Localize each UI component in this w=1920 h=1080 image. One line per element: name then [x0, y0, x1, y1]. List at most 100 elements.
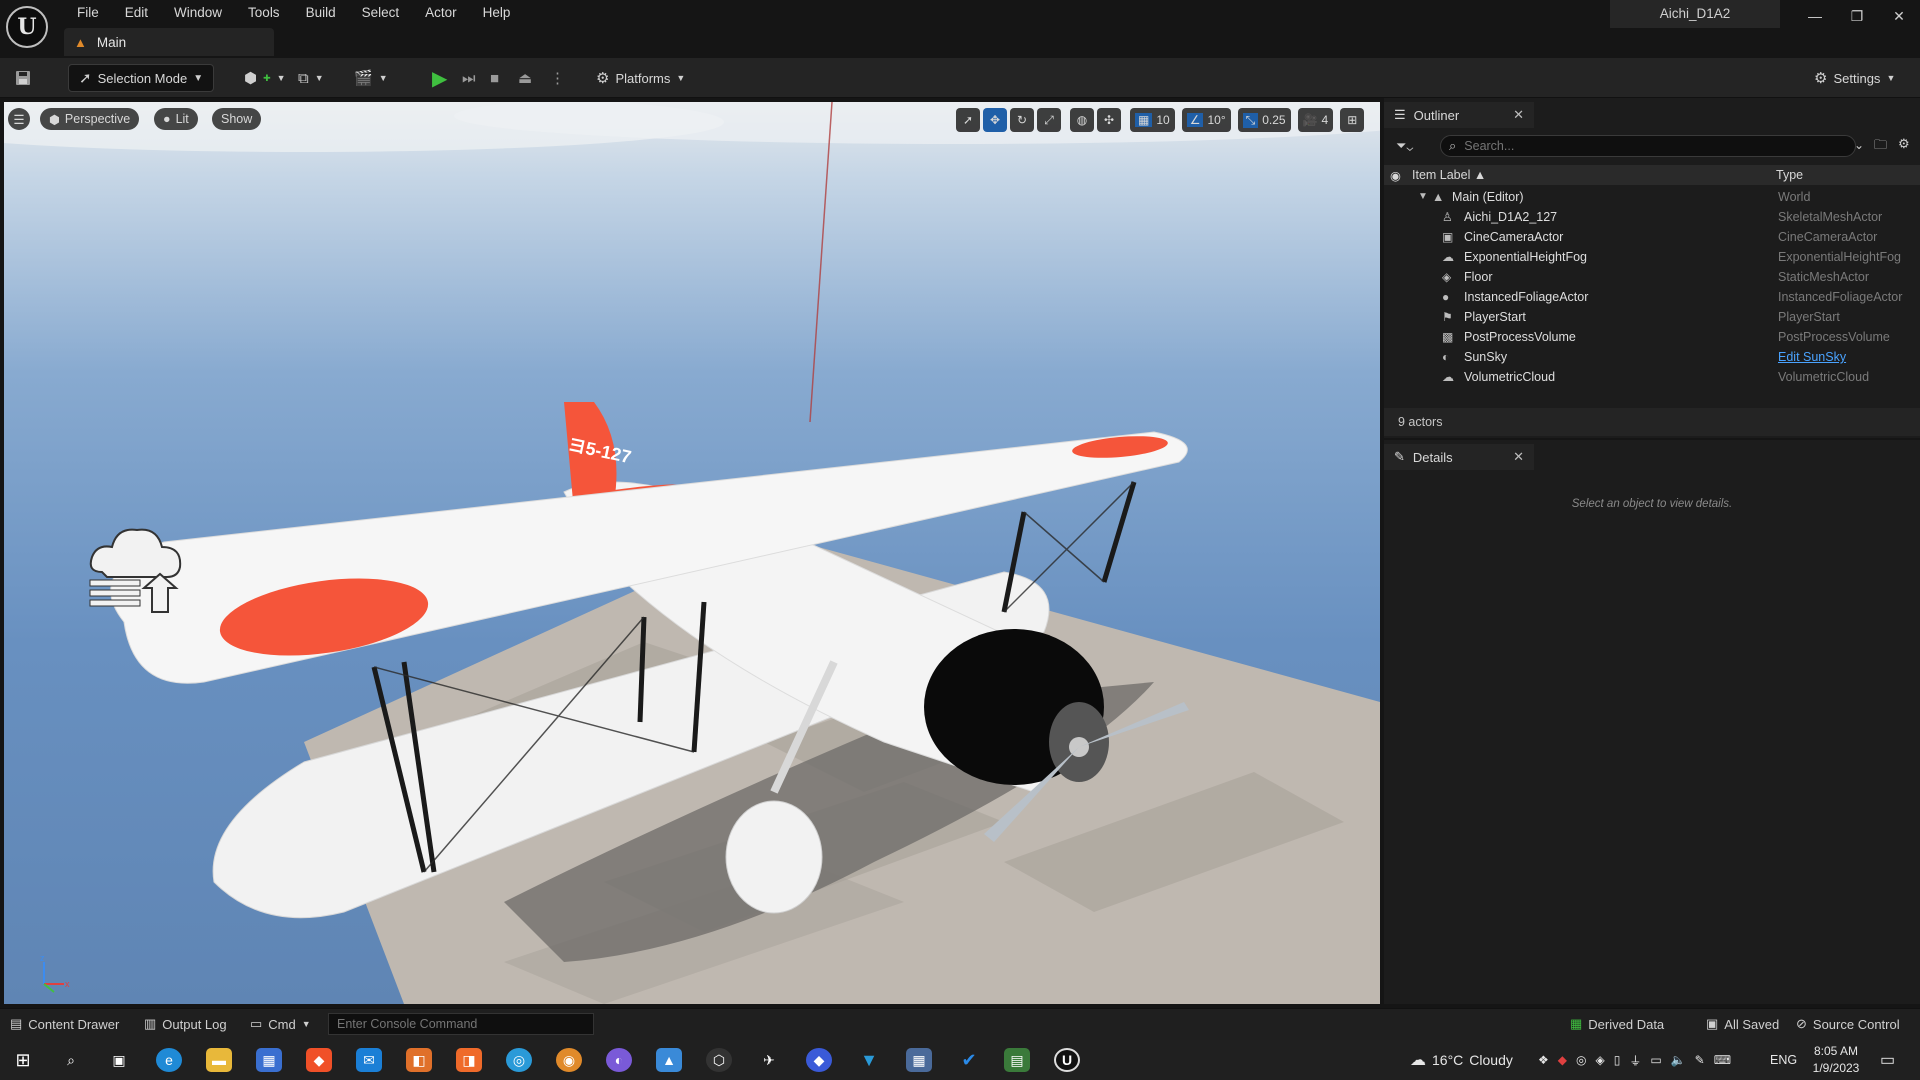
- camera-speed-button[interactable]: 🎥 4: [1297, 108, 1334, 132]
- app-purple-icon[interactable]: ◐: [606, 1048, 632, 1072]
- scale-tool-icon[interactable]: ⤢: [1037, 108, 1061, 132]
- minimize-icon[interactable]: —: [1800, 6, 1830, 26]
- search-dropdown-icon[interactable]: ⌄: [1854, 138, 1864, 152]
- tray-shield-icon[interactable]: ◈: [1595, 1053, 1604, 1067]
- close-tab-icon[interactable]: ✕: [1513, 107, 1524, 123]
- skip-button[interactable]: ⏭: [462, 64, 476, 92]
- console-field[interactable]: [328, 1013, 594, 1035]
- store-icon[interactable]: ▦: [256, 1048, 282, 1072]
- unreal-logo-icon[interactable]: U: [6, 6, 48, 48]
- edge-icon[interactable]: e: [156, 1048, 182, 1072]
- cmd-dropdown[interactable]: ▭ Cmd ▼: [250, 1016, 311, 1032]
- list-item[interactable]: ⚑ PlayerStart PlayerStart: [1384, 307, 1920, 327]
- weather-widget[interactable]: ☁ 16°C Cloudy: [1410, 1040, 1513, 1080]
- restore-icon[interactable]: ❐: [1842, 6, 1872, 26]
- show-button[interactable]: Show: [212, 108, 262, 130]
- brave-icon[interactable]: ◆: [306, 1048, 332, 1072]
- cinematics-button[interactable]: 🎬 ▼: [354, 64, 388, 92]
- photos-icon[interactable]: ▲: [656, 1048, 682, 1072]
- rotation-snap-toggle[interactable]: ∠ 10°: [1181, 108, 1231, 132]
- clock[interactable]: 8:05 AM 1/9/2023: [1806, 1043, 1866, 1077]
- viewport-menu-button[interactable]: ☰: [8, 108, 30, 130]
- visibility-eye-icon[interactable]: ◉: [1390, 168, 1401, 183]
- blender-icon[interactable]: ◉: [556, 1048, 582, 1072]
- menu-edit[interactable]: Edit: [112, 3, 161, 23]
- list-item[interactable]: ◈ Floor StaticMeshActor: [1384, 267, 1920, 287]
- surface-snap-icon[interactable]: ✣: [1097, 108, 1121, 132]
- source-control-button[interactable]: ⊘ Source Control: [1796, 1016, 1900, 1032]
- menu-file[interactable]: File: [64, 3, 112, 23]
- platforms-dropdown[interactable]: ⚙ Platforms ▼: [596, 64, 685, 92]
- eject-button[interactable]: ⏏: [518, 64, 532, 92]
- list-item[interactable]: ▩ PostProcessVolume PostProcessVolume: [1384, 327, 1920, 347]
- language-indicator[interactable]: ENG: [1770, 1040, 1797, 1080]
- maximize-viewport-icon[interactable]: ⊞: [1340, 108, 1365, 132]
- menu-actor[interactable]: Actor: [412, 3, 470, 23]
- close-tab-icon[interactable]: ✕: [1513, 449, 1524, 465]
- app-orange-icon[interactable]: ◧: [406, 1048, 432, 1072]
- world-space-icon[interactable]: ◍: [1070, 108, 1094, 132]
- notifications-icon[interactable]: ▭: [1880, 1040, 1895, 1080]
- level-tab-main[interactable]: ▲ Main: [64, 28, 274, 56]
- lit-button[interactable]: ● Lit: [154, 108, 198, 130]
- list-item[interactable]: ● InstancedFoliageActor InstancedFoliage…: [1384, 287, 1920, 307]
- col-item-label[interactable]: Item Label ▲: [1412, 168, 1486, 182]
- all-saved-button[interactable]: ▣ All Saved: [1706, 1016, 1779, 1032]
- grid-snap-toggle[interactable]: ▦ 10: [1130, 108, 1175, 132]
- mail-icon[interactable]: ✉: [356, 1048, 382, 1072]
- volume-icon[interactable]: 🔈: [1671, 1053, 1686, 1067]
- menu-help[interactable]: Help: [470, 3, 524, 23]
- edit-sunsky-link[interactable]: Edit SunSky: [1778, 347, 1846, 367]
- calculator-icon[interactable]: ▦: [906, 1048, 932, 1072]
- network-icon[interactable]: ▭: [1650, 1053, 1661, 1067]
- windows-start-icon[interactable]: ⊞: [10, 1048, 36, 1072]
- list-item[interactable]: ☁ ExponentialHeightFog ExponentialHeight…: [1384, 247, 1920, 267]
- scale-snap-toggle[interactable]: ⤡ 0.25: [1237, 108, 1291, 132]
- output-log-button[interactable]: ▥ Output Log: [144, 1016, 227, 1032]
- rotate-tool-icon[interactable]: ↻: [1010, 108, 1034, 132]
- filter-icon[interactable]: ⏷⌄: [1396, 138, 1413, 154]
- search-icon[interactable]: ⌕: [58, 1048, 84, 1072]
- task-view-icon[interactable]: ▣: [106, 1048, 132, 1072]
- expand-arrow-icon[interactable]: ▼: [1418, 187, 1428, 207]
- app-green-icon[interactable]: ▤: [1004, 1048, 1030, 1072]
- outliner-search[interactable]: ⌕: [1440, 135, 1856, 157]
- stop-button[interactable]: ■: [490, 64, 499, 92]
- menu-select[interactable]: Select: [349, 3, 413, 23]
- unreal-taskbar-icon[interactable]: U: [1054, 1048, 1080, 1072]
- play-options-button[interactable]: ⋮: [550, 64, 565, 92]
- level-viewport[interactable]: ヨ5-127 ☰ ⬢ Perspective ● Lit Show ➚ ✥ ↻ …: [4, 102, 1380, 1004]
- usb-icon[interactable]: ⏚: [1629, 1052, 1641, 1069]
- outliner-tab[interactable]: ☰ Outliner ✕: [1384, 102, 1534, 128]
- console-input[interactable]: [337, 1017, 587, 1031]
- app-v-icon[interactable]: ▼: [856, 1048, 882, 1072]
- outliner-root-row[interactable]: ▼ ▲ Main (Editor) World: [1384, 187, 1920, 207]
- content-drawer-button[interactable]: ▤ Content Drawer: [10, 1016, 119, 1032]
- app-blue-icon[interactable]: ◎: [506, 1048, 532, 1072]
- list-item[interactable]: ▣ CineCameraActor CineCameraActor: [1384, 227, 1920, 247]
- list-item[interactable]: ◐ SunSky Edit SunSky: [1384, 347, 1920, 367]
- settings-dropdown[interactable]: ⚙ Settings ▼: [1814, 64, 1895, 92]
- select-tool-icon[interactable]: ➚: [956, 108, 980, 132]
- add-actor-button[interactable]: ⬢ ✚ ▼: [244, 64, 286, 92]
- app-orange-2-icon[interactable]: ◨: [456, 1048, 482, 1072]
- file-explorer-icon[interactable]: ▬: [206, 1048, 232, 1072]
- list-item[interactable]: ☁ VolumetricCloud VolumetricCloud: [1384, 367, 1920, 387]
- perspective-button[interactable]: ⬢ Perspective: [40, 108, 140, 130]
- translate-tool-icon[interactable]: ✥: [983, 108, 1007, 132]
- outliner-settings-icon[interactable]: ⚙: [1898, 136, 1910, 152]
- save-icon[interactable]: [14, 64, 32, 92]
- derived-data-button[interactable]: ▦ Derived Data: [1570, 1016, 1664, 1032]
- app-plane-icon[interactable]: ✈: [756, 1048, 782, 1072]
- selection-mode-dropdown[interactable]: ➚ Selection Mode ▼: [68, 64, 215, 92]
- pen-icon[interactable]: ✎: [1695, 1053, 1705, 1067]
- keyboard-icon[interactable]: ⌨: [1714, 1053, 1731, 1067]
- menu-window[interactable]: Window: [161, 3, 235, 23]
- blueprint-button[interactable]: ⧉ ▼: [298, 64, 324, 92]
- col-type[interactable]: Type: [1776, 168, 1803, 182]
- todo-check-icon[interactable]: ✔: [956, 1048, 982, 1072]
- tray-app-icon[interactable]: ◎: [1576, 1053, 1586, 1067]
- details-tab[interactable]: ✎ Details ✕: [1384, 444, 1534, 470]
- outliner-search-input[interactable]: [1464, 139, 1825, 153]
- menu-tools[interactable]: Tools: [235, 3, 293, 23]
